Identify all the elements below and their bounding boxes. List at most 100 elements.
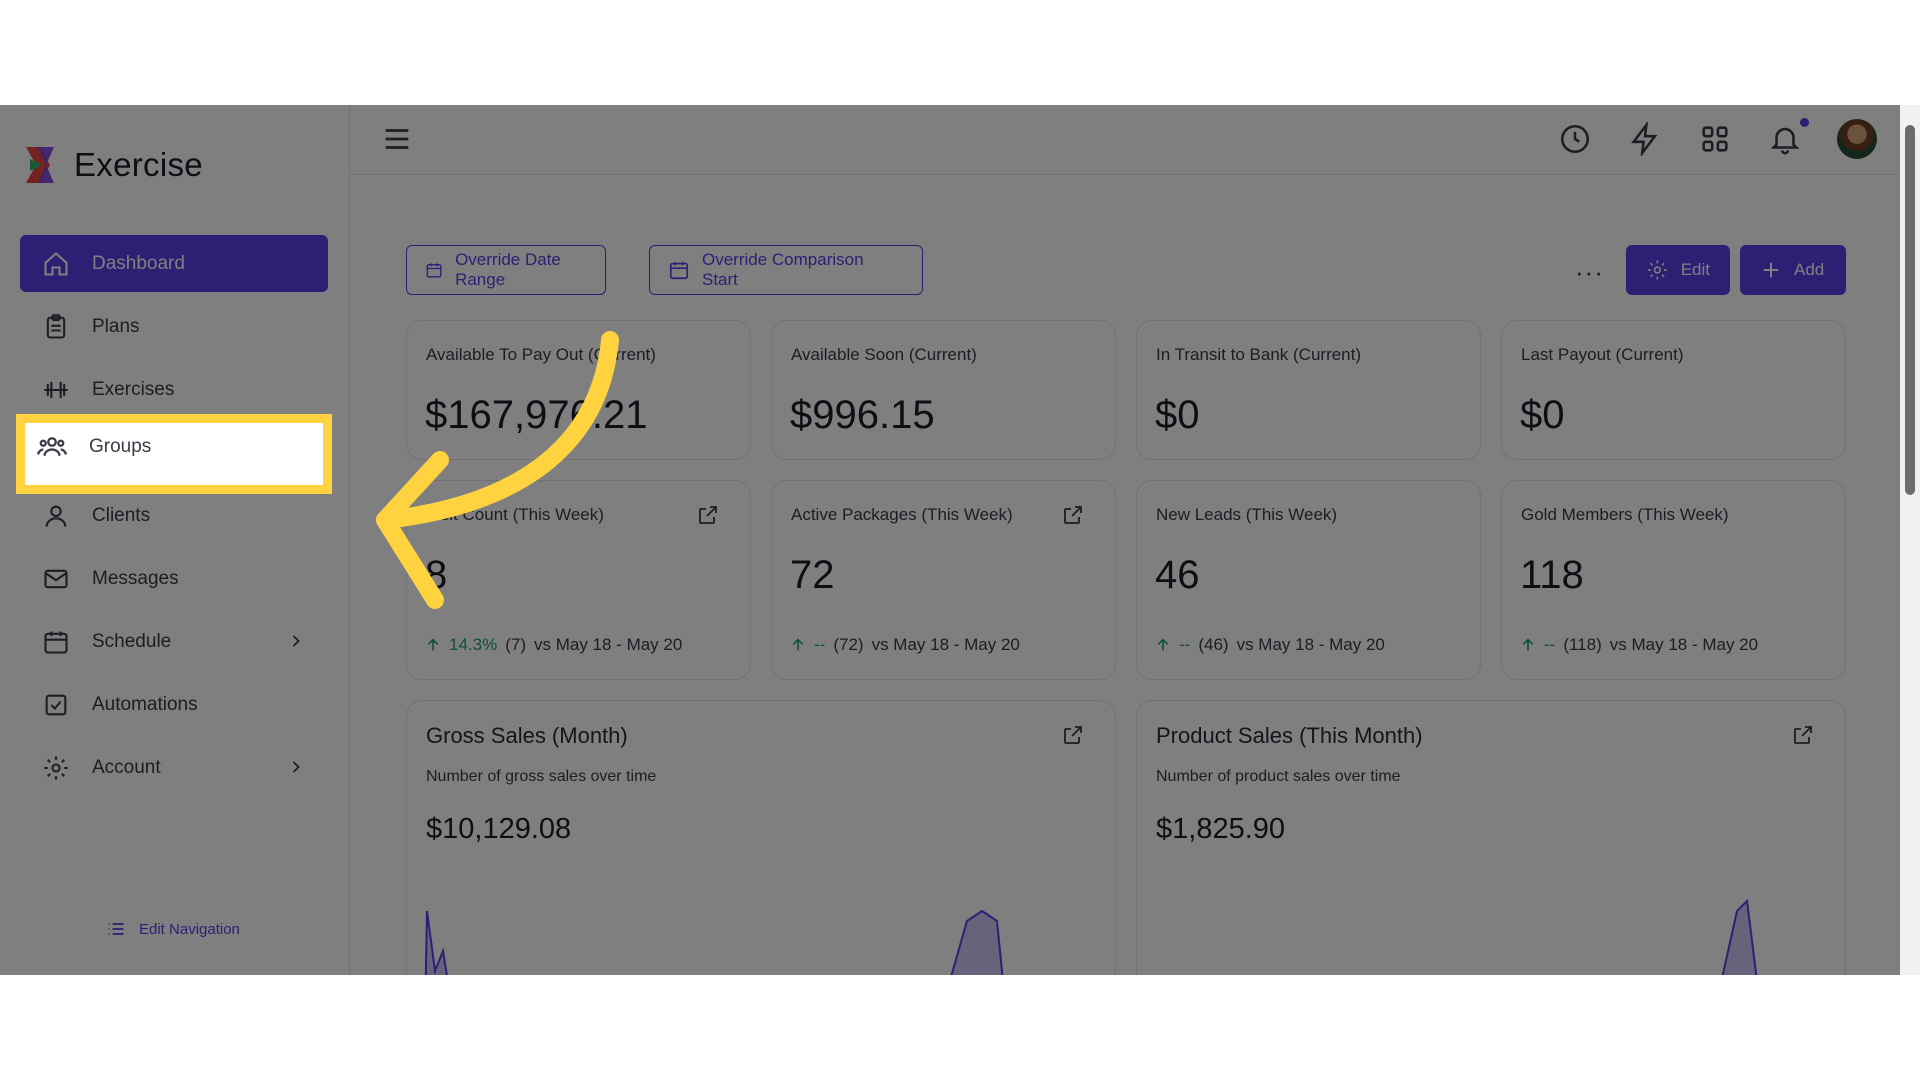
user-icon [45, 505, 67, 527]
calendar-icon [44, 631, 68, 654]
sidebar-item-label: Messages [92, 567, 179, 589]
sidebar-item-plans[interactable]: Plans [20, 298, 328, 355]
tutorial-arrow [376, 331, 619, 609]
trend-previous: (46) [1198, 635, 1229, 654]
edit-navigation-label: Edit Navigation [139, 920, 240, 938]
stat-card-gold-members: Gold Members (This Week) 118 -- (118) vs… [1501, 480, 1846, 680]
trend-previous: (118) [1563, 635, 1602, 654]
external-link-icon[interactable] [696, 503, 720, 527]
home-icon [44, 251, 68, 276]
stat-value: $0 [1155, 393, 1200, 437]
stat-trend: -- (46) vs May 18 - May 20 [1155, 635, 1385, 655]
logo-icon [26, 147, 54, 183]
arrow-up-icon [1157, 638, 1169, 651]
stat-title: Active Packages (This Week) [791, 505, 1013, 524]
scrollbar[interactable] [1900, 105, 1920, 975]
stat-value: 118 [1520, 553, 1584, 597]
lightning-icon[interactable] [1628, 122, 1662, 156]
stat-title: New Leads (This Week) [1156, 505, 1338, 524]
avatar[interactable] [1837, 119, 1877, 159]
external-link-icon[interactable] [1061, 723, 1085, 747]
edit-navigation-button[interactable]: Edit Navigation [105, 919, 240, 939]
bell-icon[interactable] [1768, 122, 1802, 156]
sidebar-item-label: Schedule [92, 630, 172, 652]
external-link-icon[interactable] [1791, 723, 1815, 747]
add-label: Add [1794, 260, 1825, 279]
stat-card-available-soon: Available Soon (Current) $996.15 [771, 320, 1116, 460]
edit-label: Edit [1680, 260, 1710, 279]
edit-button[interactable]: Edit [1626, 245, 1730, 295]
sidebar-item-label: Exercises [92, 378, 175, 400]
stat-card-last-payout: Last Payout (Current) $0 [1501, 320, 1846, 460]
notification-dot [1800, 118, 1809, 127]
app-title: Exercise [74, 146, 203, 183]
sidebar-item-label: Clients [92, 504, 151, 526]
add-button[interactable]: Add [1740, 245, 1846, 295]
arrow-up-icon [792, 638, 804, 651]
chevron-right-icon [292, 635, 300, 647]
chart-title: Gross Sales (Month) [426, 723, 628, 748]
gear-icon [1647, 260, 1667, 280]
trend-comparison: vs May 18 - May 20 [1609, 635, 1759, 654]
chart-title: Product Sales (This Month) [1156, 723, 1423, 748]
app-logo[interactable]: Exercise [24, 145, 203, 185]
trend-comparison: vs May 18 - May 20 [1236, 635, 1385, 654]
override-comparison-start-label: Override Comparison Start [701, 250, 864, 289]
sidebar-item-label: Dashboard [92, 252, 185, 274]
sidebar-item-label: Automations [92, 693, 198, 715]
list-icon [108, 923, 124, 935]
trend-change: -- [814, 635, 826, 654]
trend-comparison: vs May 18 - May 20 [533, 635, 683, 654]
stat-trend: -- (118) vs May 18 - May 20 [1520, 635, 1758, 655]
sidebar-item-schedule[interactable]: Schedule [20, 613, 328, 670]
arrow-up-icon [1522, 638, 1534, 651]
stat-card-active-packages: Active Packages (This Week) 72 -- (72) v… [771, 480, 1116, 680]
apps-grid-icon[interactable] [1698, 122, 1732, 156]
clock-icon[interactable] [1558, 122, 1592, 156]
calendar-icon [426, 263, 442, 278]
clipboard-icon [46, 313, 66, 339]
chart-value: $1,825.90 [1156, 813, 1286, 845]
plus-icon [1763, 262, 1779, 278]
stat-title: Available Soon (Current) [791, 345, 977, 364]
dumbbell-icon [44, 381, 68, 398]
stat-title: In Transit to Bank (Current) [1156, 345, 1362, 364]
users-icon [37, 437, 67, 456]
override-date-range-label: Override Date Range [455, 250, 561, 289]
chart-subtitle: Number of product sales over time [1156, 768, 1401, 785]
chart-subtitle: Number of gross sales over time [426, 768, 657, 785]
scrollbar-thumb[interactable] [1905, 125, 1915, 495]
sparkline [424, 909, 1004, 975]
sidebar-item-groups-highlighted[interactable]: Groups [37, 432, 151, 462]
sidebar-item-automations[interactable]: Automations [20, 676, 328, 733]
trend-comparison: vs May 18 - May 20 [871, 635, 1020, 654]
sidebar-item-label: Plans [92, 315, 140, 337]
sidebar-item-dashboard[interactable]: Dashboard [20, 235, 328, 292]
stat-value: $0 [1520, 393, 1565, 437]
sidebar-item-account[interactable]: Account [20, 739, 328, 796]
override-comparison-start-button[interactable]: Override Comparison Start [649, 245, 923, 295]
sidebar-item-messages[interactable]: Messages [20, 550, 328, 607]
chart-value: $10,129.08 [426, 813, 572, 845]
stat-value: 46 [1155, 553, 1200, 597]
gear-icon [44, 755, 68, 780]
trend-previous: (72) [833, 635, 864, 654]
highlight-groups[interactable]: Groups [16, 414, 332, 494]
trend-change: -- [1544, 635, 1556, 654]
override-date-range-button[interactable]: Override Date Range [406, 245, 606, 295]
chevron-right-icon [292, 761, 300, 773]
sidebar-item-clients[interactable]: Clients [20, 487, 328, 544]
hamburger-menu-icon[interactable] [380, 122, 414, 156]
checkbox-icon [45, 694, 67, 715]
chart-card-product-sales: Product Sales (This Month) Number of pro… [1136, 700, 1846, 975]
sidebar-item-label: Groups [89, 436, 152, 457]
app-window: Exercise Dashboard Plans Exercises Group… [0, 105, 1920, 975]
sidebar-item-exercises[interactable]: Exercises [20, 361, 328, 418]
more-options-button[interactable]: ··· [1575, 257, 1604, 288]
stat-card-in-transit: In Transit to Bank (Current) $0 [1136, 320, 1481, 460]
stat-trend: -- (72) vs May 18 - May 20 [790, 635, 1020, 655]
external-link-icon[interactable] [1061, 503, 1085, 527]
trend-change: 14.3% [449, 635, 498, 654]
trend-change: -- [1179, 635, 1191, 654]
stat-trend: 14.3% (7) vs May 18 - May 20 [425, 635, 682, 655]
